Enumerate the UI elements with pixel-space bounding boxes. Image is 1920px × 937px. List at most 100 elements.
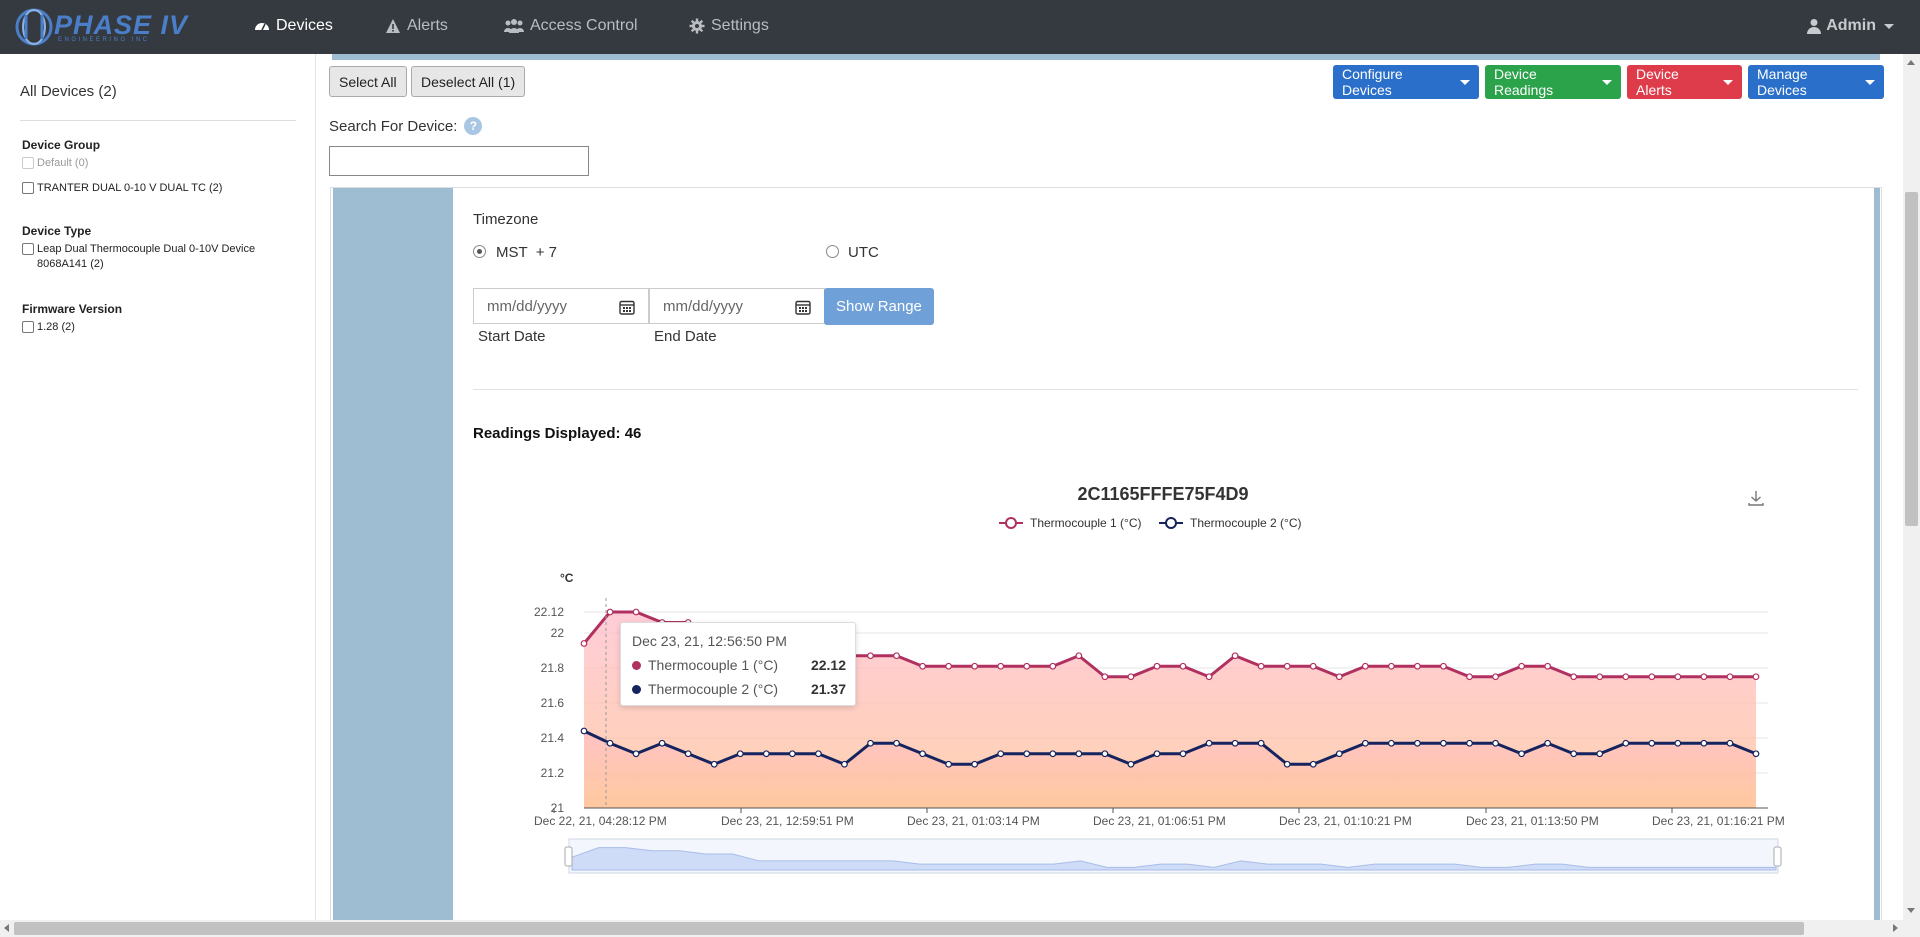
configure-devices-label: Configure Devices bbox=[1342, 66, 1403, 98]
device-readings-label: Device Readings bbox=[1494, 66, 1554, 98]
all-devices-title: All Devices (2) bbox=[20, 83, 117, 100]
filter-option[interactable]: 1.28 (2) bbox=[22, 320, 122, 335]
data-point bbox=[1466, 673, 1473, 681]
calendar-icon[interactable] bbox=[619, 299, 635, 315]
legend-item: Thermocouple 1 (°C) bbox=[999, 516, 1142, 530]
end-date-input[interactable]: mm/dd/yyyy bbox=[649, 288, 825, 324]
start-date-input[interactable]: mm/dd/yyyy bbox=[473, 288, 649, 324]
filter-option-label: Default (0) bbox=[37, 157, 89, 169]
data-point bbox=[1544, 739, 1552, 747]
legend-swatch-dot bbox=[1165, 517, 1177, 529]
y-tick-label: 21.6 bbox=[541, 696, 565, 710]
data-point bbox=[1440, 662, 1447, 670]
timezone-mst-radio[interactable] bbox=[473, 245, 486, 258]
y-tick-label: 21.8 bbox=[541, 661, 565, 675]
series-dot bbox=[632, 660, 641, 670]
data-point bbox=[1518, 750, 1525, 758]
deselect-all-button[interactable]: Deselect All (1) bbox=[411, 66, 526, 97]
data-point bbox=[1726, 673, 1734, 681]
calendar-icon[interactable] bbox=[795, 299, 811, 315]
nav-settings[interactable]: Settings bbox=[689, 17, 769, 35]
data-point bbox=[1023, 662, 1031, 670]
search-input[interactable] bbox=[329, 146, 589, 176]
data-point bbox=[1700, 739, 1708, 747]
nav-devices-label: Devices bbox=[276, 17, 333, 34]
data-point bbox=[1049, 750, 1057, 758]
data-point bbox=[606, 739, 614, 747]
chevron-down-icon bbox=[1602, 79, 1612, 85]
tooltip-title: Dec 23, 21, 12:56:50 PM bbox=[632, 633, 787, 649]
scroll-up-arrow-icon[interactable] bbox=[1907, 60, 1915, 65]
checkbox[interactable] bbox=[22, 157, 34, 169]
data-point bbox=[945, 760, 953, 768]
data-point bbox=[632, 750, 640, 758]
manage-devices-button[interactable]: Manage Devices bbox=[1748, 65, 1884, 99]
chevron-down-icon bbox=[1460, 79, 1470, 85]
panel-top-strip bbox=[332, 54, 1880, 60]
nav-devices[interactable]: Devices bbox=[254, 17, 333, 35]
timezone-utc-radio[interactable] bbox=[826, 245, 839, 258]
help-icon[interactable]: ? bbox=[464, 117, 483, 135]
data-point bbox=[1283, 662, 1291, 670]
legend-label: Thermocouple 1 (°C) bbox=[1030, 516, 1142, 530]
users-icon bbox=[504, 19, 524, 33]
checkbox[interactable] bbox=[22, 321, 34, 333]
tooltip-series-value: 21.37 bbox=[810, 681, 846, 697]
scroll-left-arrow-icon[interactable] bbox=[4, 924, 9, 932]
y-tick-label: 21 bbox=[551, 801, 565, 815]
device-alerts-button[interactable]: Device Alerts bbox=[1627, 65, 1742, 99]
data-point bbox=[1231, 739, 1239, 747]
horizontal-scroll-thumb[interactable] bbox=[14, 922, 1804, 935]
data-point bbox=[710, 760, 718, 768]
zoom-handle-right[interactable] bbox=[1773, 846, 1782, 867]
zoom-handle-left[interactable] bbox=[564, 846, 573, 867]
x-tick-label: Dec 23, 21, 01:03:14 PM bbox=[907, 814, 1040, 828]
x-tick-label: Dec 23, 21, 12:59:51 PM bbox=[721, 814, 854, 828]
download-icon[interactable] bbox=[1748, 491, 1764, 506]
filter-option[interactable]: Default (0) bbox=[22, 156, 222, 171]
vertical-scroll-thumb[interactable] bbox=[1905, 192, 1918, 526]
data-point bbox=[1596, 673, 1604, 681]
readings-displayed: Readings Displayed: 46 bbox=[473, 425, 642, 442]
data-point bbox=[1101, 750, 1109, 758]
data-point bbox=[1179, 750, 1187, 758]
series-dot bbox=[632, 684, 641, 694]
data-point bbox=[1361, 739, 1369, 747]
data-point bbox=[1361, 662, 1369, 670]
x-tick-label: Dec 23, 21, 01:06:51 PM bbox=[1093, 814, 1226, 828]
dashboard-icon bbox=[255, 23, 269, 31]
show-range-button[interactable]: Show Range bbox=[824, 288, 934, 325]
x-tick-label: Dec 22, 21, 04:28:12 PM bbox=[534, 814, 667, 828]
data-point bbox=[1335, 673, 1343, 681]
scroll-down-arrow-icon[interactable] bbox=[1907, 908, 1915, 913]
logo-emblem-icon bbox=[15, 8, 53, 46]
data-point bbox=[1622, 673, 1630, 681]
x-axis: Dec 22, 21, 04:28:12 PM Dec 23, 21, 12:59… bbox=[534, 808, 1785, 828]
search-label-text: Search For Device: bbox=[329, 117, 458, 135]
device-readings-button[interactable]: Device Readings bbox=[1485, 65, 1621, 99]
nav-alerts[interactable]: Alerts bbox=[385, 17, 448, 35]
tooltip-series-name: Thermocouple 1 (°C) bbox=[648, 657, 779, 673]
admin-menu[interactable]: Admin bbox=[1807, 17, 1894, 35]
logo[interactable]: PHASE IV ENGINEERING INC bbox=[14, 6, 190, 48]
filter-firmware-version: Firmware Version 1.28 (2) bbox=[22, 302, 122, 345]
data-point bbox=[1075, 750, 1083, 758]
checkbox[interactable] bbox=[22, 182, 34, 194]
user-icon bbox=[1807, 19, 1822, 34]
data-point bbox=[1492, 739, 1499, 747]
filter-option[interactable]: TRANTER DUAL 0-10 V DUAL TC (2) bbox=[22, 181, 222, 196]
filter-option[interactable]: Leap Dual Thermocouple Dual 0-10V Device… bbox=[22, 242, 282, 272]
data-zoom-slider[interactable] bbox=[564, 838, 1782, 874]
data-point bbox=[1518, 662, 1525, 670]
divider bbox=[473, 389, 1858, 390]
configure-devices-button[interactable]: Configure Devices bbox=[1333, 65, 1479, 99]
tooltip-row: Thermocouple 2 (°C) 21.37 bbox=[632, 681, 846, 697]
data-point bbox=[1466, 739, 1473, 747]
select-all-button[interactable]: Select All bbox=[329, 66, 407, 97]
data-point bbox=[867, 652, 874, 660]
data-point bbox=[997, 662, 1005, 670]
nav-access-control[interactable]: Access Control bbox=[504, 17, 638, 35]
scroll-right-arrow-icon[interactable] bbox=[1893, 924, 1898, 932]
filter-device-type: Device Type Leap Dual Thermocouple Dual … bbox=[22, 224, 282, 282]
chevron-down-icon bbox=[1884, 23, 1894, 29]
